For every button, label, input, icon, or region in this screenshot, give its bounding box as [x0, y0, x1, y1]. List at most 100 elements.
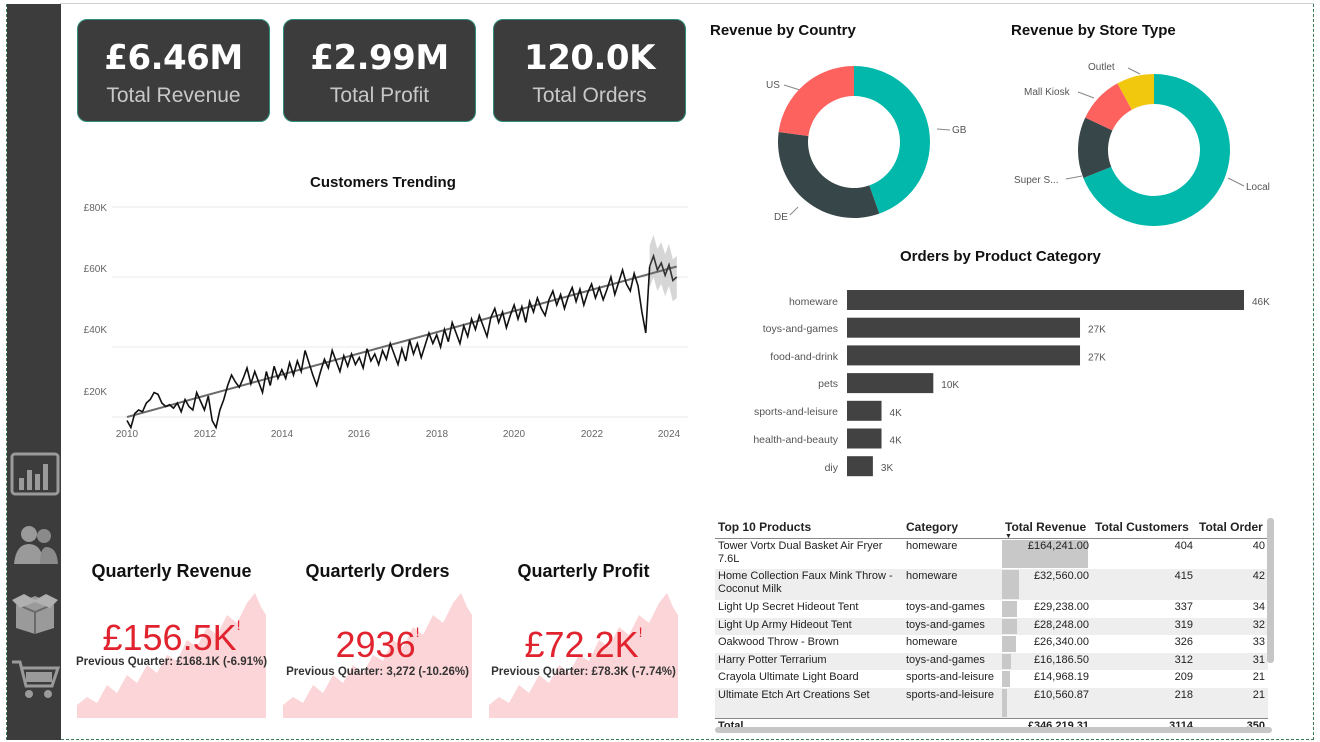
- category-bar[interactable]: [847, 317, 1081, 338]
- revenue-data-bar: [1002, 618, 1017, 634]
- cell-revenue-text: £14,968.19: [1033, 671, 1089, 683]
- donut-slice-de[interactable]: [778, 132, 880, 219]
- total-revenue-value: £6.46M: [104, 38, 243, 78]
- cell-customers: 326: [1174, 636, 1193, 648]
- quarterly-orders-title: Quarterly Orders: [305, 561, 450, 581]
- x-tick-label: 2014: [271, 429, 294, 440]
- table-row[interactable]: Light Up Secret Hideout Tent toys-and-gam…: [715, 600, 1268, 618]
- bar-chart-icon[interactable]: [10, 452, 60, 498]
- customers-trending-title: Customers Trending: [310, 174, 456, 191]
- quarterly-revenue-title: Quarterly Revenue: [91, 561, 252, 581]
- revenue-by-country-donut[interactable]: GB DE US: [740, 60, 980, 230]
- cell-revenue: £26,340.00: [1002, 635, 1092, 653]
- category-bar[interactable]: [847, 428, 882, 449]
- quarterly-orders-number: 2936: [335, 624, 416, 665]
- leader-line: [1127, 67, 1141, 75]
- total-revenue-label: Total Revenue: [106, 84, 241, 107]
- category-label: pets: [818, 378, 838, 390]
- donut-label-super-store: Super S...: [1014, 175, 1058, 186]
- table-row[interactable]: Oakwood Throw - Brown homeware £26,340.00 3…: [715, 635, 1268, 653]
- warning-icon: !: [415, 624, 420, 640]
- cell-revenue: £32,560.00: [1002, 569, 1092, 600]
- cell-revenue-text: £164,241.00: [1027, 539, 1089, 552]
- orders-by-category-title: Orders by Product Category: [900, 248, 1101, 265]
- cell-revenue-text: £32,560.00: [1033, 570, 1089, 582]
- cell-product: Crayola Ultimate Light Board: [718, 671, 859, 683]
- category-bar[interactable]: [847, 456, 873, 477]
- column-header-category[interactable]: Category: [903, 516, 1002, 539]
- cell-revenue-text: £26,340.00: [1033, 636, 1089, 648]
- donut-slice-us[interactable]: [778, 66, 854, 136]
- cell-category: toys-and-games: [903, 652, 1002, 670]
- revenue-data-bar: [1002, 671, 1010, 687]
- warning-icon: !: [638, 624, 643, 640]
- table-vertical-scrollbar[interactable]: [1267, 518, 1274, 663]
- category-label: toys-and-games: [763, 323, 838, 335]
- cart-icon[interactable]: [10, 656, 61, 702]
- total-orders-label: Total Orders: [532, 84, 647, 107]
- cell-category: homeware: [906, 636, 958, 648]
- table-row[interactable]: Tower Vortx Dual Basket Air Fryer 7.6L ho…: [715, 538, 1268, 569]
- column-header-orders[interactable]: Total Order: [1196, 516, 1268, 539]
- table-row[interactable]: Home Collection Faux Mink Throw - Coconu…: [715, 569, 1268, 600]
- warning-icon: !: [236, 617, 241, 633]
- leader-line: [783, 84, 801, 91]
- category-bar[interactable]: [847, 373, 934, 394]
- cell-orders: 34: [1252, 601, 1265, 613]
- cell-customers: 209: [1174, 671, 1193, 683]
- cell-product: Ultimate Etch Art Creations Set: [715, 687, 903, 719]
- cell-product: Tower Vortx Dual Basket Air Fryer 7.6L: [718, 539, 883, 565]
- column-header-revenue[interactable]: Total Revenue ▼: [1002, 516, 1092, 539]
- package-icon[interactable]: [10, 590, 60, 636]
- cell-revenue: £10,560.87: [1002, 687, 1092, 719]
- leader-line: [789, 206, 799, 216]
- revenue-data-bar: [1002, 688, 1008, 717]
- cell-revenue-text: £10,560.87: [1033, 688, 1089, 701]
- cell-category: homeware: [906, 539, 958, 552]
- cell-category: sports-and-leisure: [903, 687, 1002, 719]
- cell-orders: 21: [1252, 671, 1265, 683]
- table-row[interactable]: Light Up Army Hideout Tent toys-and-games…: [715, 617, 1268, 635]
- cell-revenue-text: £16,186.50: [1033, 653, 1089, 666]
- users-icon[interactable]: [10, 522, 60, 568]
- revenue-by-store-title: Revenue by Store Type: [1011, 22, 1176, 39]
- total-profit-value: £2.99M: [310, 38, 449, 78]
- total-revenue-card[interactable]: £6.46M Total Revenue: [77, 19, 270, 122]
- bar-value-label: 10K: [941, 380, 959, 391]
- bar-value-label: 46K: [1252, 297, 1270, 308]
- x-tick-label: 2010: [116, 429, 139, 440]
- category-label: sports-and-leisure: [754, 406, 838, 418]
- quarterly-profit-previous: Previous Quarter: £78.3K (-7.74%): [491, 666, 676, 678]
- total-profit-card[interactable]: £2.99M Total Profit: [283, 19, 476, 122]
- cell-customers: 415: [1092, 569, 1196, 600]
- donut-label-outlet: Outlet: [1088, 62, 1115, 73]
- category-bar[interactable]: [847, 400, 882, 421]
- x-tick-label: 2018: [426, 429, 449, 440]
- total-orders-card[interactable]: 120.0K Total Orders: [493, 19, 686, 122]
- revenue-data-bar: [1002, 601, 1018, 617]
- y-tick-label: £80K: [84, 203, 108, 214]
- category-bar[interactable]: [847, 345, 1081, 366]
- column-header-revenue-label: Total Revenue: [1005, 519, 1087, 534]
- cell-product: Light Up Army Hideout Tent: [715, 617, 903, 635]
- donut-label-gb: GB: [952, 125, 967, 136]
- revenue-by-store-donut[interactable]: Local Super S... Mall Kiosk Outlet: [1010, 56, 1310, 230]
- donut-label-mall-kiosk: Mall Kiosk: [1024, 87, 1071, 98]
- table-horizontal-scrollbar[interactable]: [715, 727, 1272, 733]
- quarterly-revenue-previous: Previous Quarter: £168.1K (-6.91%): [75, 656, 268, 668]
- category-bar[interactable]: [847, 290, 1244, 310]
- cell-revenue: £28,248.00: [1002, 617, 1092, 635]
- x-tick-label: 2020: [503, 429, 526, 440]
- cell-revenue-text: £29,238.00: [1033, 601, 1089, 613]
- orders-by-category-chart[interactable]: homeware toys-and-games food-and-drink p…: [735, 285, 1295, 485]
- column-header-product[interactable]: Top 10 Products: [715, 516, 903, 539]
- x-tick-label: 2012: [194, 429, 217, 440]
- customers-trending-chart[interactable]: £80K £60K £40K £20K 2010 2012 2014 2016 …: [76, 195, 696, 450]
- table-row[interactable]: Harry Potter Terrarium toys-and-games £16,…: [715, 652, 1268, 670]
- column-header-customers[interactable]: Total Customers: [1092, 516, 1196, 539]
- top-products-table[interactable]: Top 10 Products Category Total Revenue ▼ …: [715, 516, 1268, 736]
- quarterly-profit-value: £72.2K!: [489, 624, 678, 666]
- table-row[interactable]: Crayola Ultimate Light Board sports-and-l…: [715, 670, 1268, 688]
- table-row[interactable]: Ultimate Etch Art Creations Set sports-an…: [715, 687, 1268, 719]
- cell-revenue-text: £28,248.00: [1033, 618, 1089, 631]
